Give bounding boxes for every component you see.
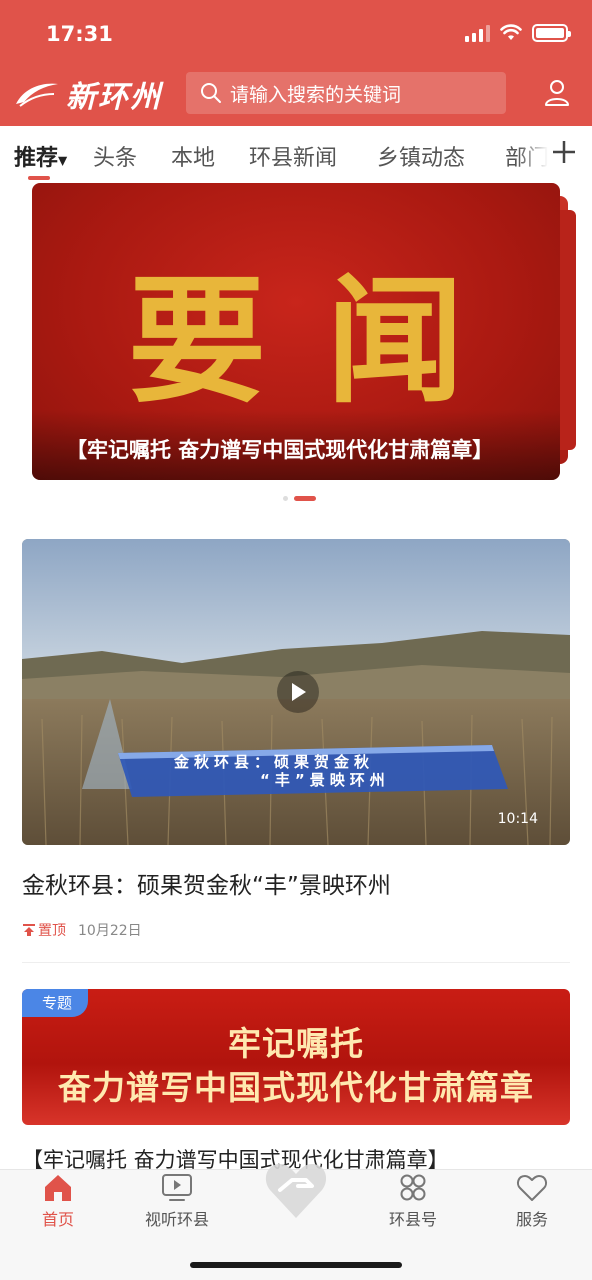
heart-hand-icon[interactable]	[262, 1140, 330, 1226]
play-icon	[292, 683, 306, 701]
tab-local[interactable]: 本地	[171, 140, 215, 172]
special-title-line1: 牢记嘱托	[228, 1024, 364, 1063]
search-icon	[201, 83, 221, 103]
heart-outline-icon	[516, 1175, 548, 1201]
home-indicator	[190, 1262, 402, 1268]
search-input[interactable]: 请输入搜索的关键词	[186, 72, 506, 114]
carousel-indicator	[283, 496, 316, 501]
add-channel-icon[interactable]	[552, 140, 576, 164]
home-icon	[45, 1175, 71, 1201]
wifi-icon	[500, 24, 522, 40]
caret-down-icon: ▼	[58, 153, 68, 168]
banner-headline: 要闻	[127, 259, 524, 422]
nav-home[interactable]: 首页	[8, 1170, 108, 1230]
publish-date: 10月22日	[78, 923, 142, 939]
status-icons	[465, 24, 571, 42]
nav-label: 首页	[41, 1210, 74, 1229]
tab-recommend[interactable]: 推荐▼	[14, 140, 67, 172]
special-title-line2: 奋力谱写中国式现代化甘肃篇章	[58, 1068, 534, 1107]
nav-label: 服务	[515, 1210, 548, 1229]
special-topic-banner[interactable]: 专题 牢记嘱托 奋力谱写中国式现代化甘肃篇章	[22, 989, 570, 1125]
video-duration: 10:14	[497, 811, 538, 827]
tab-township[interactable]: 乡镇动态	[377, 140, 465, 172]
tab-fade	[518, 130, 548, 176]
status-time: 17:31	[46, 22, 113, 46]
tab-label: 头条	[93, 146, 138, 171]
battery-icon	[532, 24, 571, 42]
tab-label: 推荐	[14, 146, 59, 171]
active-tab-indicator	[28, 176, 50, 180]
grid-icon	[400, 1174, 426, 1201]
special-tag: 专题	[22, 989, 89, 1017]
banner-caption: 【牢记嘱托 奋力谱写中国式现代化甘肃篇章】	[66, 438, 494, 462]
search-placeholder: 请输入搜索的关键词	[230, 83, 402, 106]
tab-county-news[interactable]: 环县新闻	[249, 140, 337, 172]
app-name: 新环州	[66, 80, 162, 115]
pinned-badge: 置顶	[22, 920, 66, 940]
user-profile-icon[interactable]	[544, 78, 570, 106]
tv-play-icon	[162, 1174, 192, 1201]
nav-video[interactable]: 视听环县	[127, 1170, 227, 1230]
nav-label: 视听环县	[144, 1210, 209, 1229]
tab-headlines[interactable]: 头条	[93, 140, 137, 172]
logo-swoosh-icon	[16, 83, 58, 107]
pinned-label: 置顶	[38, 923, 66, 939]
video-overlay-line2: “丰”景映环州	[260, 771, 390, 789]
banner-slide[interactable]: 要闻 【牢记嘱托 奋力谱写中国式现代化甘肃篇章】	[32, 183, 560, 480]
carousel-dot	[283, 496, 288, 501]
video-thumbnail[interactable]: 金秋环县：硕果贺金秋 “丰”景映环州 10:14	[22, 539, 570, 845]
carousel-dot-active	[294, 496, 316, 501]
list-divider	[22, 962, 570, 963]
video-title[interactable]: 金秋环县：硕果贺金秋“丰”景映环州	[22, 866, 391, 900]
tab-label: 本地	[171, 146, 216, 171]
pin-top-icon	[23, 924, 35, 936]
app-header: 17:31 新环州 请输入搜索的关键词	[0, 0, 592, 126]
article-meta: 置顶 10月22日	[22, 920, 142, 940]
app-logo: 新环州	[14, 72, 162, 116]
tab-label: 乡镇动态	[377, 146, 466, 171]
play-button[interactable]	[277, 671, 319, 713]
nav-county-accounts[interactable]: 环县号	[363, 1170, 463, 1230]
nav-label: 环县号	[388, 1210, 437, 1229]
tab-label: 环县新闻	[249, 146, 338, 171]
nav-services[interactable]: 服务	[482, 1170, 582, 1230]
signal-icon	[465, 24, 490, 42]
